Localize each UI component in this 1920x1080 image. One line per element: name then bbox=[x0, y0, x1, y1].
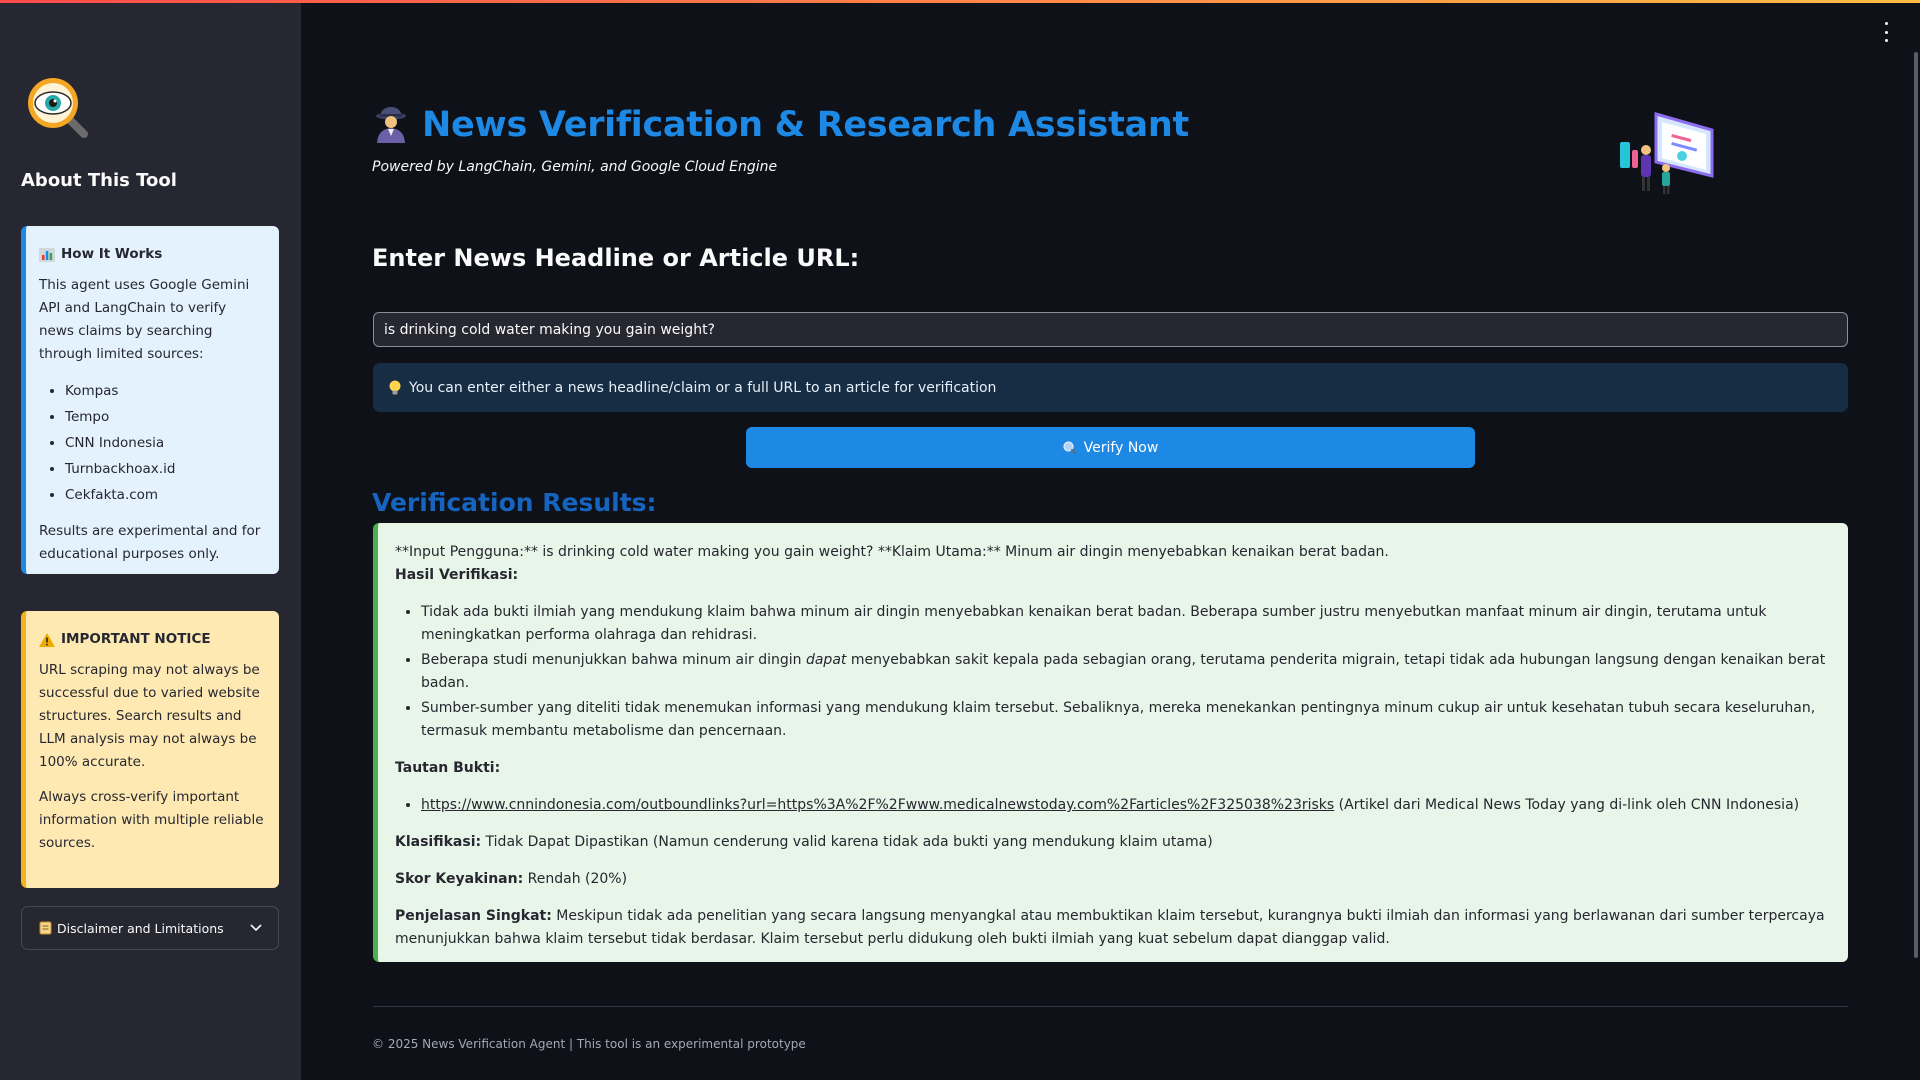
page-subtitle: Powered by LangChain, Gemini, and Google… bbox=[372, 159, 778, 175]
verify-now-button[interactable]: Verify Now bbox=[746, 427, 1475, 468]
evidence-item: https://www.cnnindonesia.com/outboundlin… bbox=[421, 794, 1828, 817]
scrollbar[interactable] bbox=[1914, 52, 1918, 958]
verify-now-label: Verify Now bbox=[1083, 439, 1159, 456]
skor-line: Skor Keyakinan: Rendah (20%) bbox=[395, 868, 1828, 891]
tautan-bukti-heading: Tautan Bukti: bbox=[395, 757, 1828, 780]
input-heading: Enter News Headline or Article URL: bbox=[372, 244, 860, 272]
headline-url-input[interactable] bbox=[373, 312, 1848, 347]
notice-title: IMPORTANT NOTICE bbox=[61, 631, 211, 647]
footer-text: © 2025 News Verification Agent | This to… bbox=[372, 1037, 806, 1051]
evidence-link-list: https://www.cnnindonesia.com/outboundlin… bbox=[421, 794, 1828, 817]
page-title: News Verification & Research Assistant bbox=[422, 105, 1189, 145]
bar-chart-icon bbox=[39, 247, 55, 262]
important-notice-card: IMPORTANT NOTICE URL scraping may not al… bbox=[21, 611, 279, 888]
penjelasan-line: Penjelasan Singkat: Meskipun tidak ada p… bbox=[395, 905, 1828, 951]
finding-item: Beberapa studi menunjukkan bahwa minum a… bbox=[421, 649, 1828, 695]
research-illustration-icon bbox=[1620, 112, 1714, 194]
how-it-works-card: How It Works This agent uses Google Gemi… bbox=[21, 226, 279, 574]
footer-divider bbox=[373, 1006, 1848, 1007]
chevron-down-icon bbox=[250, 924, 262, 932]
source-item: Tempo bbox=[65, 404, 265, 430]
how-it-works-intro: This agent uses Google Gemini API and La… bbox=[39, 277, 250, 362]
detective-icon bbox=[376, 107, 406, 143]
evidence-note: (Artikel dari Medical News Today yang di… bbox=[1334, 797, 1800, 813]
disclaimer-expander[interactable]: Disclaimer and Limitations bbox=[21, 906, 279, 950]
page-header: News Verification & Research Assistant bbox=[372, 105, 1189, 145]
disclaimer-label: Disclaimer and Limitations bbox=[57, 920, 224, 936]
sidebar: About This Tool How It Works This agent … bbox=[0, 0, 301, 1080]
input-hint-box: You can enter either a news headline/cla… bbox=[373, 363, 1848, 412]
source-list: Kompas Tempo CNN Indonesia Turnbackhoax.… bbox=[65, 378, 265, 508]
klasifikasi-label: Klasifikasi: bbox=[395, 834, 482, 850]
input-hint-text: You can enter either a news headline/cla… bbox=[409, 379, 997, 396]
source-item: Kompas bbox=[65, 378, 265, 404]
finding-item: Tidak ada bukti ilmiah yang mendukung kl… bbox=[421, 601, 1828, 647]
warning-icon bbox=[39, 632, 55, 647]
search-icon bbox=[1063, 441, 1076, 454]
source-item: CNN Indonesia bbox=[65, 430, 265, 456]
result-findings-list: Tidak ada bukti ilmiah yang mendukung kl… bbox=[421, 601, 1828, 743]
notice-text-2: Always cross-verify important informatio… bbox=[39, 789, 264, 851]
how-it-works-note: Results are experimental and for educati… bbox=[39, 523, 261, 562]
klasifikasi-value: Tidak Dapat Dipastikan (Namun cenderung … bbox=[481, 834, 1213, 850]
skor-value: Rendah (20%) bbox=[523, 871, 628, 887]
penjelasan-label: Penjelasan Singkat: bbox=[395, 908, 552, 924]
about-title: About This Tool bbox=[21, 170, 177, 191]
scroll-icon bbox=[39, 921, 52, 935]
tautan-bukti-label: Tautan Bukti: bbox=[395, 760, 501, 776]
notice-heading: IMPORTANT NOTICE bbox=[39, 628, 265, 651]
penjelasan-value: Meskipun tidak ada penelitian yang secar… bbox=[395, 908, 1825, 947]
source-item: Cekfakta.com bbox=[65, 482, 265, 508]
source-item: Turnbackhoax.id bbox=[65, 456, 265, 482]
finding-item: Sumber-sumber yang diteliti tidak menemu… bbox=[421, 697, 1828, 743]
lightbulb-icon bbox=[389, 380, 401, 394]
finding-emphasis: dapat bbox=[805, 652, 847, 668]
notice-text-1: URL scraping may not always be successfu… bbox=[39, 662, 260, 770]
finding-text: Beberapa studi menunjukkan bahwa minum a… bbox=[421, 652, 806, 668]
hasil-verifikasi-label: Hasil Verifikasi: bbox=[395, 567, 519, 583]
result-first-line: **Input Pengguna:** is drinking cold wat… bbox=[395, 541, 1828, 587]
evidence-link[interactable]: https://www.cnnindonesia.com/outboundlin… bbox=[421, 797, 1334, 813]
main-menu-icon[interactable] bbox=[1878, 22, 1894, 42]
result-input-claim: **Input Pengguna:** is drinking cold wat… bbox=[395, 544, 1389, 560]
verification-result-card: **Input Pengguna:** is drinking cold wat… bbox=[373, 523, 1848, 962]
how-it-works-heading: How It Works bbox=[39, 243, 265, 266]
results-heading: Verification Results: bbox=[372, 488, 657, 517]
top-accent-bar bbox=[0, 0, 1920, 3]
how-it-works-title: How It Works bbox=[61, 246, 163, 262]
skor-label: Skor Keyakinan: bbox=[395, 871, 524, 887]
eye-magnifier-logo-icon bbox=[28, 78, 88, 138]
klasifikasi-line: Klasifikasi: Tidak Dapat Dipastikan (Nam… bbox=[395, 831, 1828, 854]
